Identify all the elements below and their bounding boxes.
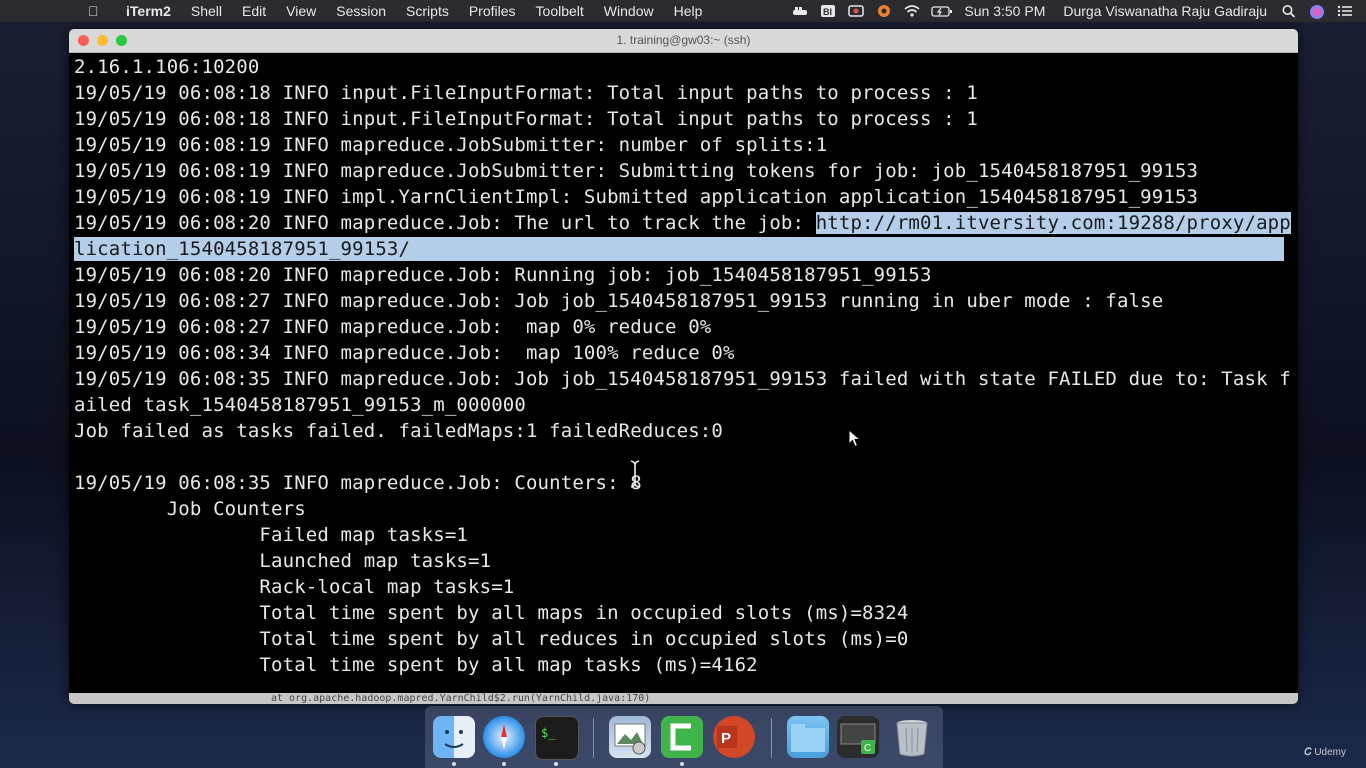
siri-icon[interactable] [1308, 4, 1326, 19]
terminal-line: 19/05/19 06:08:19 INFO impl.YarnClientIm… [74, 186, 1199, 208]
menu-bar:  iTerm2 Shell Edit View Session Scripts… [0, 0, 1366, 22]
terminal-line: Job failed as tasks failed. failedMaps:1… [74, 420, 723, 442]
iterm-window: 1. training@gw03:~ (ssh) 2.16.1.106:1020… [69, 29, 1298, 704]
terminal-line: 19/05/19 06:08:18 INFO input.FileInputFo… [74, 82, 978, 104]
finder-icon[interactable] [433, 716, 475, 758]
terminal-line: ailed task_1540458187951_99153_m_000000 [74, 394, 526, 416]
menu-shell[interactable]: Shell [181, 0, 232, 22]
powerpoint-icon[interactable]: P [713, 716, 755, 758]
safari-icon[interactable] [483, 716, 525, 758]
bi-app-icon[interactable]: BI [819, 4, 837, 18]
dock-separator [771, 718, 772, 758]
terminal-line: 19/05/19 06:08:35 INFO mapreduce.Job: Co… [74, 472, 642, 494]
window-title: 1. training@gw03:~ (ssh) [616, 33, 751, 47]
menu-session[interactable]: Session [326, 0, 396, 22]
menu-scripts[interactable]: Scripts [396, 0, 459, 22]
ibeam-cursor-icon [630, 460, 640, 488]
menu-window[interactable]: Window [594, 0, 664, 22]
terminal-line: 2.16.1.106:10200 [74, 56, 260, 78]
folder-icon[interactable] [787, 716, 829, 758]
selected-url-text-continued[interactable]: lication_1540458187951_99153/ [74, 237, 1284, 261]
camtasia-icon[interactable] [661, 716, 703, 758]
terminal-line-selected: lication_1540458187951_99153/ [74, 237, 1284, 261]
udemy-watermark: 𝐶 Udemy [1304, 747, 1346, 758]
notification-center-icon[interactable] [1336, 4, 1354, 18]
terminal-line: 19/05/19 06:08:19 INFO mapreduce.JobSubm… [74, 160, 1199, 182]
apple-menu-icon[interactable]:  [88, 3, 104, 19]
svg-text:C: C [864, 743, 871, 754]
terminal-line: Failed map tasks=1 [74, 524, 469, 546]
running-indicator [680, 762, 684, 766]
svg-text:$_: $_ [541, 726, 556, 740]
menu-app-name[interactable]: iTerm2 [120, 0, 181, 22]
terminal-line: Job Counters [74, 498, 306, 520]
battery-icon[interactable] [931, 4, 953, 18]
terminal-line-with-selection: 19/05/19 06:08:20 INFO mapreduce.Job: Th… [74, 211, 1291, 235]
menu-user-name[interactable]: Durga Viswanatha Raju Gadiraju [1055, 3, 1275, 19]
dock: $_ P C [425, 706, 943, 768]
menu-view[interactable]: View [276, 0, 326, 22]
terminal-line: 19/05/19 06:08:35 INFO mapreduce.Job: Jo… [74, 368, 1291, 390]
terminal-line: Total time spent by all reduces in occup… [74, 628, 909, 650]
menu-clock[interactable]: Sun 3:50 PM [954, 3, 1055, 19]
dock-separator [593, 718, 594, 758]
terminal-line: 19/05/19 06:08:18 INFO input.FileInputFo… [74, 108, 978, 130]
arrow-cursor-icon [848, 429, 862, 448]
terminal-status-bar: at org.apache.hadoop.mapred.YarnChild$2.… [69, 693, 1298, 704]
app-status-icon[interactable] [875, 4, 893, 18]
terminal-line: Launched map tasks=1 [74, 550, 492, 572]
terminal-line: 19/05/19 06:08:34 INFO mapreduce.Job: ma… [74, 342, 735, 364]
status-bar-text: at org.apache.hadoop.mapred.YarnChild$2.… [271, 693, 651, 704]
udemy-watermark-text: Udemy [1314, 747, 1346, 758]
terminal-line: 19/05/19 06:08:27 INFO mapreduce.Job: Jo… [74, 290, 1164, 312]
terminal-text: 19/05/19 06:08:20 INFO mapreduce.Job: Th… [74, 212, 816, 234]
terminal-line: 19/05/19 06:08:27 INFO mapreduce.Job: ma… [74, 316, 712, 338]
terminal-line: Total time spent by all maps in occupied… [74, 602, 909, 624]
menu-profiles[interactable]: Profiles [459, 0, 526, 22]
terminal-line: 19/05/19 06:08:19 INFO mapreduce.JobSubm… [74, 134, 828, 156]
trash-icon[interactable] [891, 716, 933, 758]
udemy-logo-icon: 𝐶 [1304, 747, 1312, 758]
menu-help[interactable]: Help [664, 0, 713, 22]
wifi-icon[interactable] [903, 4, 921, 18]
terminal-output[interactable]: 2.16.1.106:10200 19/05/19 06:08:18 INFO … [69, 53, 1298, 693]
terminal-line: 19/05/19 06:08:20 INFO mapreduce.Job: Ru… [74, 264, 932, 286]
terminal-line: Rack-local map tasks=1 [74, 576, 515, 598]
screen-recorder-icon[interactable]: C [837, 716, 879, 758]
docker-icon[interactable] [791, 4, 809, 18]
menu-toolbelt[interactable]: Toolbelt [526, 0, 594, 22]
preview-icon[interactable] [609, 716, 651, 758]
menu-edit[interactable]: Edit [232, 0, 276, 22]
svg-text:BI: BI [823, 7, 832, 17]
running-indicator [452, 762, 456, 766]
menu-bar-status-area: BI Sun 3:50 PM Durga Viswanatha Raju Gad… [786, 0, 1366, 22]
window-titlebar[interactable]: 1. training@gw03:~ (ssh) [69, 29, 1298, 53]
screen-capture-icon[interactable] [847, 4, 865, 18]
spotlight-search-icon[interactable] [1280, 4, 1298, 18]
selected-url-text[interactable]: http://rm01.itversity.com:19288/proxy/ap… [815, 212, 1291, 234]
running-indicator [502, 762, 506, 766]
terminal-icon[interactable]: $_ [535, 716, 579, 760]
svg-text:P: P [721, 730, 731, 747]
terminal-line: Total time spent by all map tasks (ms)=4… [74, 654, 758, 676]
running-indicator [554, 762, 558, 766]
